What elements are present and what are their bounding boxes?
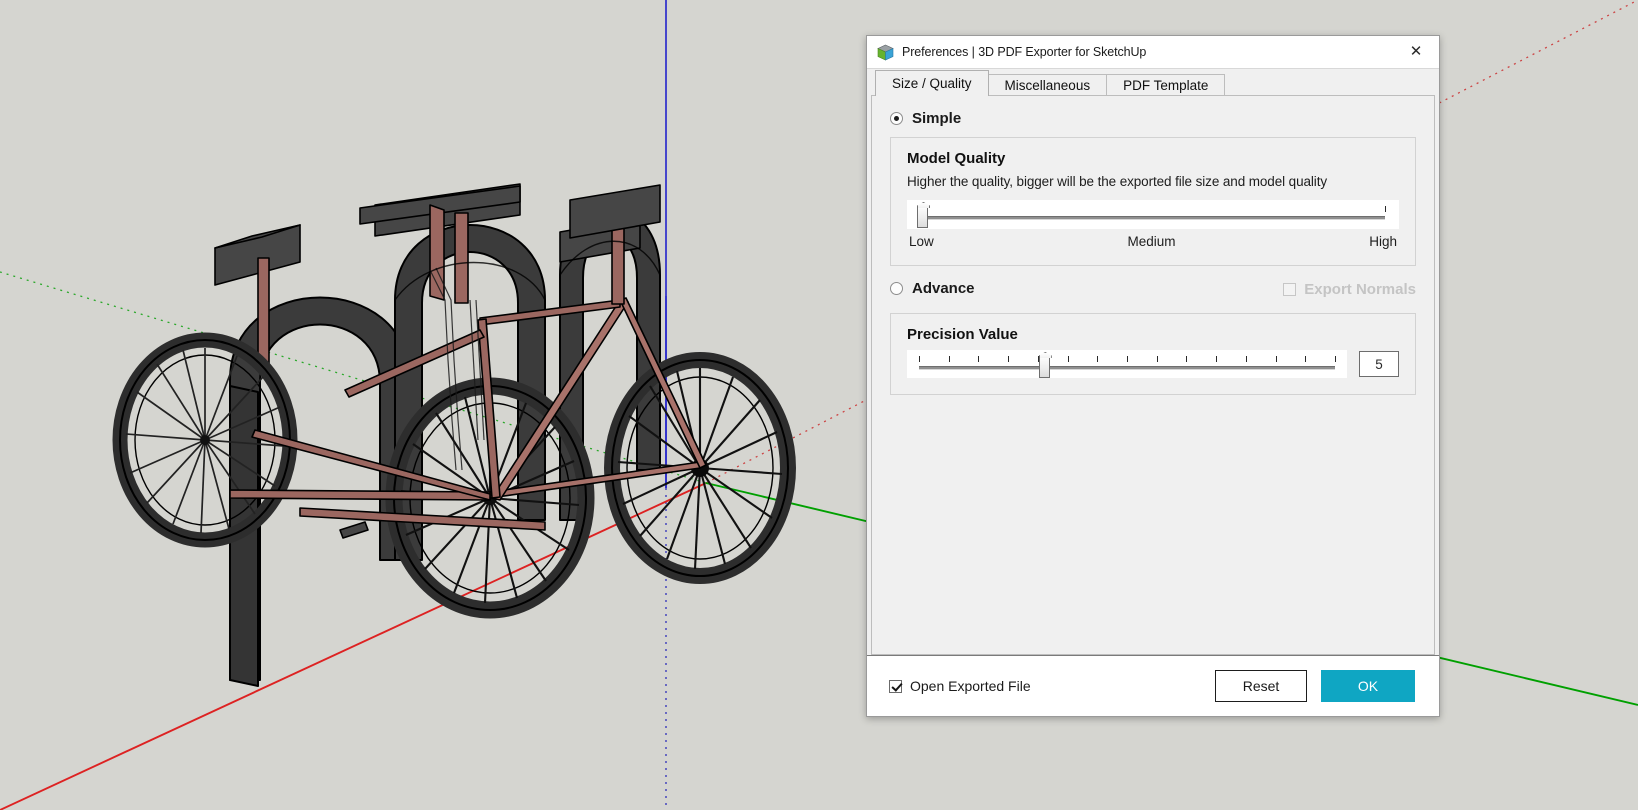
tick-mark xyxy=(1276,356,1277,362)
export-normals-checkbox xyxy=(1283,283,1296,296)
precision-value-group: Precision Value 5 xyxy=(890,313,1416,395)
dialog-footer: Open Exported File Reset OK xyxy=(867,655,1439,716)
tick-mark xyxy=(919,356,920,362)
tabstrip: Size / Quality Miscellaneous PDF Templat… xyxy=(867,69,1439,96)
tick-mark xyxy=(1068,356,1069,362)
close-icon[interactable]: ✕ xyxy=(1393,36,1439,67)
radio-advance[interactable] xyxy=(890,282,903,295)
reset-button[interactable]: Reset xyxy=(1215,670,1307,702)
radio-advance-label: Advance xyxy=(912,280,975,297)
model-quality-slider[interactable] xyxy=(907,200,1399,229)
model-quality-track[interactable] xyxy=(921,216,1385,220)
radio-row-simple[interactable]: Simple xyxy=(890,110,1416,127)
tick-mark xyxy=(1008,356,1009,362)
tick-mark xyxy=(1216,356,1217,362)
tick-mark xyxy=(1335,356,1336,362)
precision-ticks xyxy=(919,355,1335,364)
tick-mark xyxy=(1246,356,1247,362)
open-exported-file-label: Open Exported File xyxy=(910,678,1031,694)
tab-pdf-template-label: PDF Template xyxy=(1123,78,1208,93)
tab-miscellaneous-label: Miscellaneous xyxy=(1005,78,1091,93)
radio-row-advance[interactable]: Advance Export Normals xyxy=(890,280,1416,297)
tab-miscellaneous[interactable]: Miscellaneous xyxy=(988,74,1108,96)
tab-pdf-template[interactable]: PDF Template xyxy=(1106,74,1225,96)
tick-mark xyxy=(1186,356,1187,362)
model-quality-title: Model Quality xyxy=(907,150,1399,167)
open-exported-file-row[interactable]: Open Exported File xyxy=(889,678,1031,694)
ok-button[interactable]: OK xyxy=(1321,670,1415,702)
tick-mark xyxy=(978,356,979,362)
sketchup-cube-icon xyxy=(877,44,894,61)
precision-slider[interactable] xyxy=(907,350,1347,378)
precision-value-field[interactable]: 5 xyxy=(1359,351,1399,377)
export-normals-row: Export Normals xyxy=(1283,281,1416,298)
precision-row: 5 xyxy=(907,350,1399,378)
tab-size-quality[interactable]: Size / Quality xyxy=(875,70,989,96)
precision-thumb[interactable] xyxy=(1039,356,1050,378)
tick-mark xyxy=(1305,356,1306,362)
model-quality-group: Model Quality Higher the quality, bigger… xyxy=(890,137,1416,266)
size-quality-pane: Simple Model Quality Higher the quality,… xyxy=(871,96,1435,655)
precision-value-title: Precision Value xyxy=(907,326,1399,343)
precision-track[interactable] xyxy=(919,366,1335,370)
model-quality-ticks xyxy=(921,205,1385,214)
radio-simple[interactable] xyxy=(890,112,903,125)
model-quality-scale-labels: Low Medium High xyxy=(907,234,1399,249)
dialog-title: Preferences | 3D PDF Exporter for Sketch… xyxy=(902,45,1146,59)
model-quality-description: Higher the quality, bigger will be the e… xyxy=(907,174,1399,189)
radio-simple-label: Simple xyxy=(912,110,961,127)
preferences-dialog: Preferences | 3D PDF Exporter for Sketch… xyxy=(866,35,1440,717)
dialog-body: Size / Quality Miscellaneous PDF Templat… xyxy=(867,68,1439,655)
open-exported-file-checkbox[interactable] xyxy=(889,680,902,693)
tick-mark xyxy=(949,356,950,362)
export-normals-label: Export Normals xyxy=(1304,281,1416,298)
model-quality-thumb[interactable] xyxy=(917,206,928,228)
tick-mark xyxy=(1385,206,1386,212)
scale-label-high: High xyxy=(1369,234,1397,249)
tick-mark xyxy=(1157,356,1158,362)
tab-size-quality-label: Size / Quality xyxy=(892,76,972,91)
tick-mark xyxy=(1127,356,1128,362)
scale-label-medium: Medium xyxy=(1127,234,1175,249)
dialog-titlebar: Preferences | 3D PDF Exporter for Sketch… xyxy=(867,36,1439,68)
scale-label-low: Low xyxy=(909,234,934,249)
tick-mark xyxy=(1097,356,1098,362)
